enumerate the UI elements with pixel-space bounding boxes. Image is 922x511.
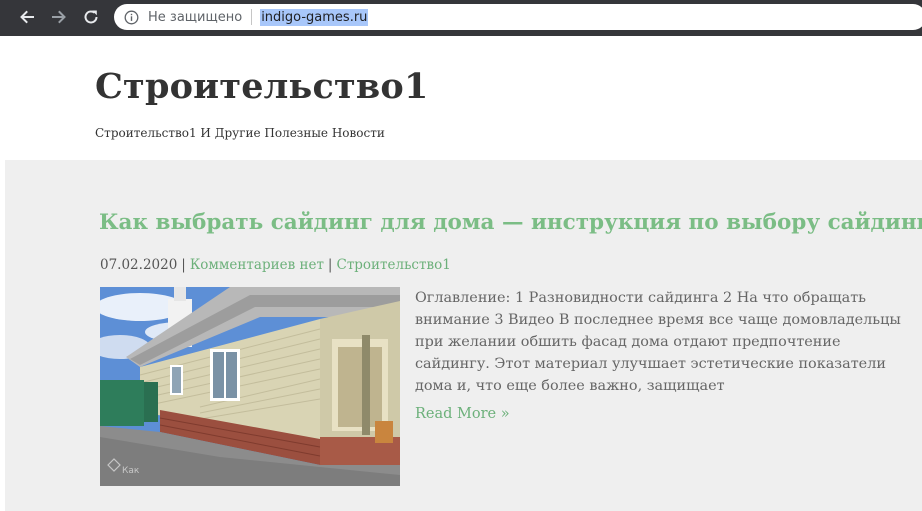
post-title-link[interactable]: Как выбрать сайдинг для дома — инструкци…: [99, 210, 922, 235]
post-date: 07.02.2020: [100, 257, 178, 273]
site-title[interactable]: Строительство1: [95, 66, 429, 107]
arrow-left-icon: [20, 10, 34, 24]
post-excerpt: Оглавление: 1 Разновидности сайдинга 2 Н…: [415, 290, 901, 394]
main-content: Как выбрать сайдинг для дома — инструкци…: [5, 160, 922, 511]
browser-toolbar: Не защищено indigo-games.ru: [0, 0, 922, 36]
site-tagline: Строительство1 И Другие Полезные Новости: [95, 126, 385, 140]
arrow-right-icon: [52, 10, 66, 24]
read-more-link[interactable]: Read More »: [415, 406, 510, 422]
post-meta: 07.02.2020 | Комментариев нет | Строительств…: [100, 257, 451, 273]
address-bar[interactable]: Не защищено indigo-games.ru: [114, 4, 922, 30]
url-text[interactable]: indigo-games.ru: [260, 8, 369, 26]
meta-separator: |: [181, 257, 186, 273]
back-button[interactable]: [16, 6, 38, 28]
comments-link[interactable]: Комментариев нет: [190, 257, 324, 273]
forward-button[interactable]: [48, 6, 70, 28]
svg-text:Как: Как: [122, 466, 140, 476]
reload-button[interactable]: [80, 6, 102, 28]
security-status[interactable]: Не защищено: [148, 10, 242, 25]
category-link[interactable]: Строительство1: [336, 257, 450, 273]
house-siding-image: Как: [100, 287, 400, 486]
site-header: Строительство1 Строительство1 И Другие П…: [0, 36, 922, 160]
address-divider: [251, 9, 253, 25]
info-icon[interactable]: [124, 10, 139, 25]
reload-icon: [84, 10, 98, 24]
post-thumbnail[interactable]: Как: [100, 287, 400, 486]
meta-separator: |: [327, 257, 333, 273]
